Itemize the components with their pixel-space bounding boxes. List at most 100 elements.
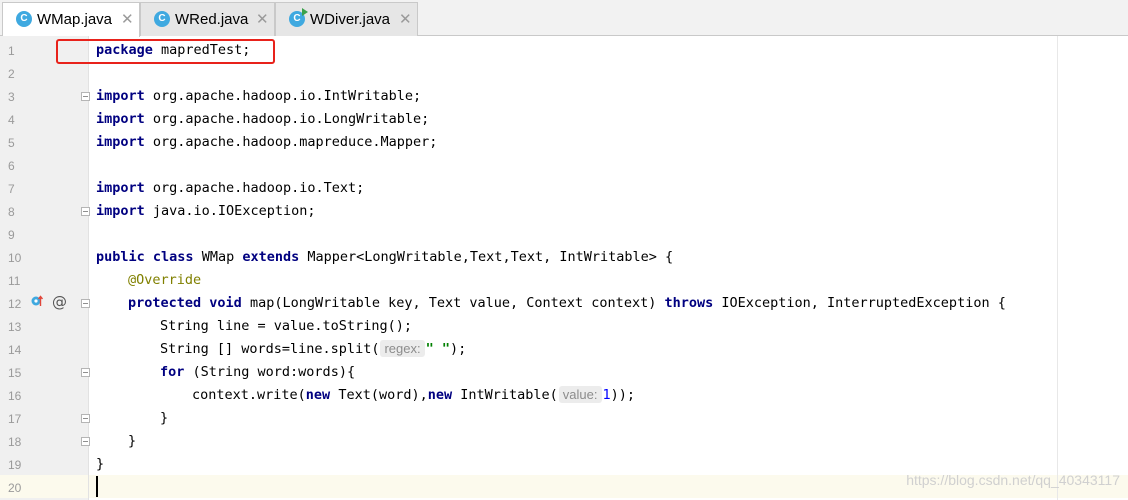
code-text: Text(word), [330, 387, 428, 403]
code-text: org.apache.hadoop.io.IntWritable; [144, 88, 422, 104]
parameter-hint: regex: [380, 340, 425, 357]
gutter-separator [88, 36, 89, 500]
text-caret [96, 476, 98, 497]
keyword: void [209, 295, 242, 311]
code-text: java.io.IOException; [144, 203, 316, 219]
line-number: 18 [8, 435, 22, 449]
parameter-hint: value: [558, 386, 602, 403]
code-text: } [128, 433, 137, 449]
code-text: } [96, 456, 105, 472]
number-literal: 1 [602, 387, 611, 403]
line-number: 1 [8, 44, 15, 58]
tab-label: WRed.java [175, 11, 249, 28]
fold-marker[interactable] [81, 414, 90, 423]
keyword: class [152, 249, 194, 265]
right-margin-guide [1057, 36, 1058, 500]
watermark: https://blog.csdn.net/qq_40343117 [906, 472, 1120, 488]
code-text: Mapper<LongWritable,Text,Text, IntWritab… [299, 249, 674, 265]
code-line-8[interactable]: import java.io.IOException; [96, 200, 315, 223]
at-sign-icon[interactable]: @ [52, 293, 67, 311]
java-runnable-class-icon: C [289, 8, 308, 27]
code-line-7[interactable]: import org.apache.hadoop.io.Text; [96, 177, 364, 200]
close-icon[interactable]: ✕ [256, 10, 269, 28]
line-number: 9 [8, 228, 15, 242]
code-text: String [] words=line.split( [160, 341, 380, 357]
code-line-5[interactable]: import org.apache.hadoop.mapreduce.Mappe… [96, 131, 437, 154]
close-icon[interactable]: ✕ [121, 10, 134, 28]
fold-marker[interactable] [81, 437, 90, 446]
code-line-16[interactable]: context.write(new Text(word),new IntWrit… [192, 384, 635, 407]
tab-wred[interactable]: C WRed.java ✕ [140, 2, 275, 36]
fold-marker[interactable] [81, 368, 90, 377]
keyword: new [427, 387, 453, 403]
keyword: new [305, 387, 331, 403]
code-line-17[interactable]: } [160, 407, 168, 430]
code-line-4[interactable]: import org.apache.hadoop.io.LongWritable… [96, 108, 429, 131]
line-number: 14 [8, 343, 22, 357]
line-number: 12 [8, 297, 22, 311]
red-highlight-box [56, 39, 275, 64]
code-text: org.apache.hadoop.mapreduce.Mapper; [144, 134, 438, 150]
code-text: IntWritable( [452, 387, 558, 403]
code-text: )); [610, 387, 636, 403]
code-line-3[interactable]: import org.apache.hadoop.io.IntWritable; [96, 85, 421, 108]
code-line-14[interactable]: String [] words=line.split(regex: " "); [160, 338, 466, 361]
keyword: import [96, 88, 145, 104]
overrides-method-icon[interactable] [31, 295, 43, 307]
class-badge: C [293, 13, 301, 24]
code-text: (String word:words){ [184, 364, 356, 380]
code-text: } [160, 410, 169, 426]
code-line-18[interactable]: } [128, 430, 136, 453]
code-text: ); [449, 341, 467, 357]
code-line-10[interactable]: public class WMap extends Mapper<LongWri… [96, 246, 673, 269]
run-badge-icon [302, 8, 308, 16]
line-number: 16 [8, 389, 22, 403]
tab-wdiver[interactable]: C WDiver.java ✕ [275, 2, 418, 36]
keyword: extends [242, 249, 300, 265]
code-text: context.write( [192, 387, 306, 403]
line-number: 6 [8, 159, 15, 173]
keyword: for [160, 364, 185, 380]
annotation: @Override [128, 272, 202, 288]
code-text: org.apache.hadoop.io.LongWritable; [144, 111, 430, 127]
line-number: 17 [8, 412, 22, 426]
line-number: 13 [8, 320, 22, 334]
line-number: 5 [8, 136, 15, 150]
editor-tab-bar: C WMap.java ✕ C WRed.java ✕ C WDiver.jav… [0, 0, 1128, 37]
line-number: 10 [8, 251, 22, 265]
line-number: 2 [8, 67, 15, 81]
keyword: protected [128, 295, 202, 311]
java-class-icon: C [16, 11, 32, 27]
keyword: import [96, 203, 145, 219]
line-number: 3 [8, 90, 15, 104]
tab-label: WDiver.java [310, 11, 391, 28]
fold-marker[interactable] [81, 207, 90, 216]
code-text: IOException, InterruptedException { [713, 295, 1006, 311]
code-line-12[interactable]: protected void map(LongWritable key, Tex… [128, 292, 1006, 315]
code-line-13[interactable]: String line = value.toString(); [160, 315, 412, 338]
fold-marker[interactable] [81, 92, 90, 101]
keyword: import [96, 111, 145, 127]
code-text: map(LongWritable key, Text value, Contex… [241, 295, 665, 311]
code-line-19[interactable]: } [96, 453, 104, 476]
line-number: 20 [8, 481, 22, 495]
tab-label: WMap.java [37, 11, 113, 28]
fold-marker[interactable] [81, 299, 90, 308]
keyword: throws [664, 295, 714, 311]
keyword: public [96, 249, 145, 265]
java-class-icon: C [154, 11, 170, 27]
line-number: 11 [8, 274, 21, 288]
code-line-15[interactable]: for (String word:words){ [160, 361, 355, 384]
tab-wmap[interactable]: C WMap.java ✕ [2, 2, 140, 37]
keyword: import [96, 180, 145, 196]
line-number: 4 [8, 113, 15, 127]
string-literal: " " [425, 341, 450, 357]
line-number: 7 [8, 182, 15, 196]
line-number: 19 [8, 458, 22, 472]
code-line-11[interactable]: @Override [128, 269, 201, 292]
code-text: String line = value.toString(); [160, 318, 412, 334]
close-icon[interactable]: ✕ [399, 10, 412, 28]
code-text: WMap [193, 249, 243, 265]
keyword: import [96, 134, 145, 150]
line-number-gutter [0, 36, 88, 500]
